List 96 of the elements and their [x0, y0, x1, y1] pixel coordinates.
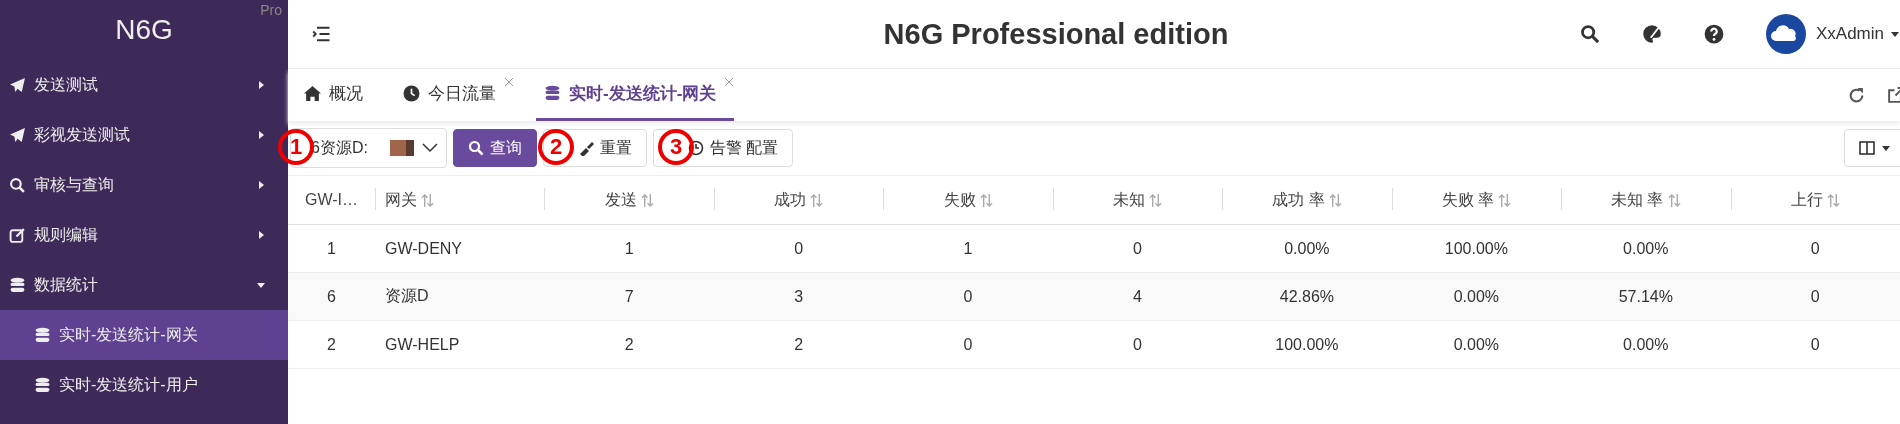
refresh-icon[interactable]: [1848, 86, 1865, 104]
sort-icon[interactable]: [1826, 192, 1840, 208]
table-cell: 1: [327, 239, 336, 257]
paper-plane-icon: [9, 76, 26, 94]
search-icon: [9, 176, 26, 194]
chevron-down-icon: [421, 143, 438, 153]
sort-icon[interactable]: [979, 192, 993, 208]
edit-icon: [9, 226, 26, 244]
table-cell: GW-DENY: [385, 239, 463, 257]
table-cell: 6: [327, 287, 336, 305]
sidebar-item[interactable]: 规则编辑: [0, 210, 288, 260]
columns-icon: [1859, 140, 1875, 156]
sidebar-subitem[interactable]: 实时-发送统计-网关: [0, 310, 288, 360]
sort-icon[interactable]: [1498, 192, 1512, 208]
caret-icon: [1890, 29, 1900, 39]
sort-icon[interactable]: [1148, 192, 1162, 208]
sidebar-item[interactable]: 发送测试: [0, 60, 288, 110]
avatar-icon[interactable]: [1765, 14, 1806, 54]
query-button[interactable]: 查询: [452, 129, 537, 167]
caret-icon: [256, 280, 266, 290]
column-header[interactable]: 成功: [774, 189, 807, 211]
table-cell: 4: [1133, 287, 1142, 305]
edition-label: Pro: [260, 2, 282, 18]
user-menu[interactable]: XxAdmin: [1815, 24, 1884, 44]
close-icon[interactable]: [724, 77, 735, 87]
table-cell: 2: [794, 335, 804, 353]
table-cell: 100.00%: [1275, 335, 1339, 353]
tab[interactable]: 概况: [304, 69, 381, 121]
sort-icon[interactable]: [1328, 192, 1342, 208]
search-icon: [467, 140, 484, 156]
menu-icon[interactable]: [312, 24, 332, 44]
columns-button[interactable]: [1844, 129, 1900, 167]
sort-icon[interactable]: [640, 192, 654, 208]
table-cell: 0: [1133, 335, 1142, 353]
column-header[interactable]: 发送: [604, 189, 637, 211]
sort-icon[interactable]: [810, 192, 824, 208]
database-icon: [9, 276, 26, 294]
paper-plane-icon: [9, 126, 26, 144]
table-cell: 0: [1810, 335, 1820, 353]
callout-marker: 1: [278, 129, 314, 165]
caret-icon: [256, 130, 266, 140]
database-icon: [34, 326, 51, 344]
table-cell: 资源D: [385, 287, 429, 304]
column-header[interactable]: 成功 率: [1272, 189, 1325, 211]
table-cell: GW-HELP: [385, 335, 460, 353]
app-logo: N6G: [115, 14, 173, 46]
table-cell: 0: [963, 287, 973, 305]
table-cell: 1: [963, 239, 973, 257]
caret-icon: [256, 230, 266, 240]
database-icon: [544, 85, 561, 102]
table-cell: 0.00%: [1453, 287, 1500, 305]
database-icon: [34, 376, 51, 394]
table-cell: 57.14%: [1618, 287, 1673, 305]
home-icon: [304, 85, 321, 102]
table-cell: 0.00%: [1623, 335, 1669, 353]
caret-icon: [256, 180, 266, 190]
column-header[interactable]: 网关: [385, 189, 417, 211]
palette-icon[interactable]: [1641, 24, 1662, 44]
table-cell: 7: [624, 287, 634, 305]
table-cell: 0: [794, 239, 804, 257]
table-cell: 0: [1133, 239, 1142, 257]
caret-icon: [256, 80, 266, 90]
column-header[interactable]: GW-I…: [305, 191, 358, 209]
table-cell: 42.86%: [1279, 287, 1335, 305]
sort-icon[interactable]: [1667, 192, 1681, 208]
table-cell: 2: [327, 335, 336, 353]
table-cell: 0: [1810, 287, 1820, 305]
tab[interactable]: 实时-发送统计-网关: [536, 69, 735, 121]
sidebar-item[interactable]: 数据统计: [0, 260, 288, 310]
table-cell: 0: [1810, 239, 1820, 257]
table-cell: 3: [794, 287, 804, 305]
table-cell: 100.00%: [1444, 239, 1508, 257]
search-icon[interactable]: [1579, 24, 1600, 44]
callout-marker: 3: [658, 129, 694, 165]
column-header[interactable]: 未知 率: [1611, 189, 1664, 211]
sort-icon[interactable]: [421, 192, 434, 208]
table-cell: 0.00%: [1284, 239, 1330, 257]
column-header[interactable]: 未知: [1112, 189, 1145, 211]
table-cell: 0.00%: [1623, 239, 1669, 257]
callout-marker: 2: [538, 129, 574, 165]
table-cell: 0.00%: [1453, 335, 1500, 353]
caret-icon: [1881, 143, 1891, 153]
column-header[interactable]: 失败: [943, 189, 976, 211]
column-header[interactable]: 上行: [1790, 189, 1823, 211]
external-link-icon[interactable]: [1887, 86, 1900, 104]
page-title: N6G Professional edition: [882, 17, 1230, 51]
column-header[interactable]: 失败 率: [1441, 189, 1495, 211]
table-cell: 0: [963, 335, 973, 353]
close-icon[interactable]: [504, 77, 514, 87]
clock-icon: [403, 85, 420, 102]
table-cell: 2: [624, 335, 634, 353]
sidebar-subitem[interactable]: 实时-发送统计-用户: [0, 360, 288, 410]
tab[interactable]: 今日流量: [403, 69, 514, 121]
swatch-icon: [389, 140, 414, 156]
table-cell: 1: [624, 239, 634, 257]
help-icon[interactable]: [1703, 24, 1724, 44]
